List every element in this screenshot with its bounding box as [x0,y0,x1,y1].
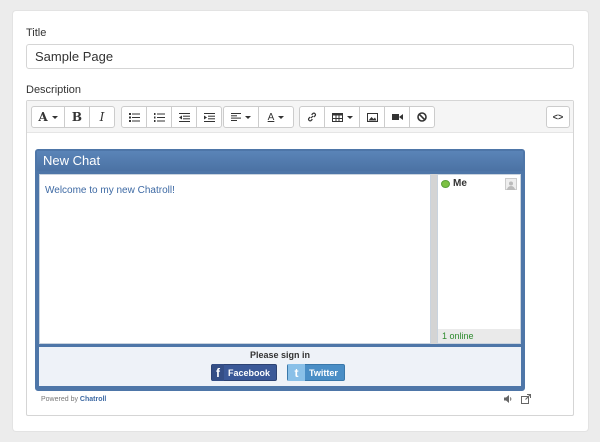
popout-icon[interactable] [521,394,531,404]
clear-format-button[interactable] [409,106,435,128]
outdent-icon [178,112,190,122]
text-color-icon: A [267,111,275,123]
font-group: A B I [31,106,115,128]
image-button[interactable] [359,106,385,128]
facebook-icon: f [212,364,224,381]
user-name: Me [453,178,467,189]
unordered-list-button[interactable] [121,106,147,128]
description-label: Description [26,84,82,96]
indent-icon [203,112,215,122]
title-input[interactable] [26,44,574,69]
powered-by-label: Powered by [41,396,78,403]
italic-icon: I [99,110,105,124]
text-color-button[interactable]: A [258,106,294,128]
ordered-list-icon [153,112,165,122]
chatroll-link[interactable]: Chatroll [80,396,106,403]
chat-widget: New Chat Welcome to my new Chatroll! Me … [35,149,525,391]
chevron-down-icon [278,115,285,119]
title-label: Title [26,27,47,39]
editor-toolbar: A B I A <> [27,101,573,133]
unordered-list-icon [128,112,140,122]
user-avatar-icon [505,178,517,190]
ordered-list-button[interactable] [146,106,172,128]
code-view-button[interactable]: <> [546,106,570,128]
twitter-signin-button[interactable]: t Twitter [287,364,345,381]
powered-by: Powered by Chatroll [41,396,106,403]
code-group: <> [546,106,570,128]
italic-button[interactable]: I [89,106,115,128]
sound-icon[interactable] [503,394,513,404]
facebook-label: Facebook [227,367,270,378]
font-icon: A [38,110,48,124]
signin-prompt: Please sign in [249,350,311,360]
table-button[interactable] [324,106,360,128]
bold-button[interactable]: B [64,106,90,128]
chat-title: New Chat [37,151,523,171]
chat-messages[interactable]: Welcome to my new Chatroll! [39,174,431,344]
twitter-label: Twitter [309,367,338,378]
link-button[interactable] [299,106,325,128]
align-left-icon [231,113,241,121]
image-icon [366,112,378,122]
facebook-signin-button[interactable]: f Facebook [211,364,277,381]
twitter-icon: t [288,364,305,381]
align-button[interactable] [223,106,259,128]
user-item[interactable]: Me [441,178,467,189]
chevron-down-icon [51,115,58,119]
chat-user-list: Me 1 online [437,174,521,344]
chevron-down-icon [346,115,353,119]
font-style-button[interactable]: A [31,106,65,128]
list-group [121,106,222,128]
indent-button[interactable] [196,106,222,128]
code-icon: <> [552,112,564,122]
clear-format-icon [417,112,427,122]
align-group: A [223,106,294,128]
chevron-down-icon [245,115,251,119]
video-button[interactable] [384,106,410,128]
online-status-icon [441,179,450,188]
table-icon [331,112,343,122]
outdent-button[interactable] [171,106,197,128]
chat-message: Welcome to my new Chatroll! [45,185,175,196]
insert-group [299,106,435,128]
online-count: 1 online [438,329,520,343]
link-icon [307,112,317,122]
description-editor: A B I A <> New Chat Welcome to my new Ch… [26,100,574,416]
chat-signin-area: Please sign in f Facebook t Twitter [39,347,521,386]
bold-icon: B [71,110,83,124]
video-icon [391,114,403,120]
page-form-card: Title Description A B I [13,11,588,431]
